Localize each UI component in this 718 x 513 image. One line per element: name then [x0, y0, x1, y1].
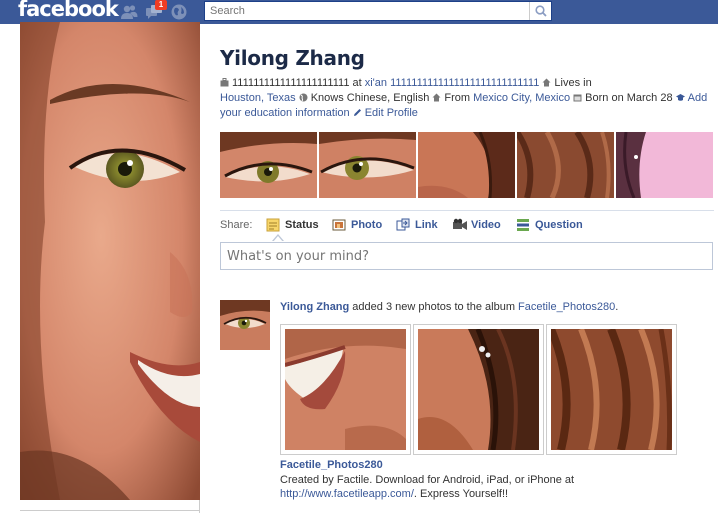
work-text: 1111111111111111111111 at	[232, 77, 365, 89]
album-title-link[interactable]: Facetile_Photos280	[280, 459, 383, 471]
album-description: Created by Factile. Download for Android…	[280, 473, 700, 501]
question-list-icon	[517, 219, 529, 231]
share-video-tab[interactable]: Video	[452, 217, 501, 233]
album-photo[interactable]	[546, 324, 677, 455]
share-photo-tab[interactable]: Photo	[332, 217, 382, 233]
language-globe-icon	[299, 93, 308, 102]
work-link[interactable]: xi'an 1111111111111111111111111111	[365, 77, 540, 89]
share-status-tab[interactable]: Status	[266, 217, 319, 233]
album-photo[interactable]	[413, 324, 544, 455]
album-photo[interactable]	[280, 324, 411, 455]
profile-info: 1111111111111111111111 at xi'an 11111111…	[220, 76, 716, 121]
facebook-logo[interactable]: facebook	[18, 0, 119, 21]
story-actor-link[interactable]: Yilong Zhang	[280, 301, 349, 313]
album-desc-url-link[interactable]: http://www.facetileapp.com/	[280, 488, 414, 500]
birthday-calendar-icon	[573, 94, 582, 102]
status-input[interactable]	[220, 242, 713, 270]
search-button[interactable]	[529, 2, 551, 20]
search-box	[204, 1, 552, 21]
notifications-globe-icon[interactable]	[170, 3, 188, 21]
share-question-tab[interactable]: Question	[516, 217, 583, 233]
profile-photo-strip	[220, 132, 714, 198]
video-camera-icon	[453, 218, 467, 230]
photo-icon	[332, 219, 346, 231]
work-briefcase-icon	[220, 78, 229, 87]
hometown-icon	[432, 93, 441, 102]
friend-requests-icon[interactable]	[120, 3, 138, 21]
album-desc-end: . Express Yourself!!	[413, 488, 509, 500]
profile-picture[interactable]	[20, 22, 200, 500]
link-icon	[396, 218, 410, 231]
strip-photo[interactable]	[319, 132, 416, 198]
born-text: Born on March 28	[585, 92, 673, 104]
from-link[interactable]: Mexico City, Mexico	[473, 92, 570, 104]
story-album-link[interactable]: Facetile_Photos280	[518, 301, 615, 313]
profile-name[interactable]: Yilong Zhang	[220, 46, 365, 70]
share-label: Share:	[220, 219, 253, 231]
home-lives-icon	[542, 78, 551, 87]
strip-photo[interactable]	[616, 132, 713, 198]
strip-photo[interactable]	[517, 132, 614, 198]
edit-profile-link[interactable]: Edit Profile	[365, 107, 418, 119]
album-desc-line1: Created by Factile. Download for Android…	[280, 474, 575, 486]
share-link-tab[interactable]: Link	[396, 217, 438, 233]
languages-text: Knows Chinese, English	[310, 92, 430, 104]
status-note-icon	[266, 218, 280, 232]
strip-photo[interactable]	[418, 132, 515, 198]
section-divider	[220, 210, 714, 211]
story-end: .	[615, 301, 619, 313]
search-input[interactable]	[205, 2, 529, 20]
graduation-cap-icon	[675, 94, 685, 101]
lives-label: Lives in	[554, 77, 592, 89]
lives-link[interactable]: Houston, Texas	[220, 92, 296, 104]
story-avatar[interactable]	[220, 300, 270, 350]
story-action-text: added 3 new photos to the album	[349, 301, 519, 313]
messages-count-badge: 1	[155, 0, 167, 10]
story-headline: Yilong Zhang added 3 new photos to the a…	[280, 300, 714, 314]
strip-photo[interactable]	[220, 132, 317, 198]
top-bar: facebook 1	[0, 0, 718, 24]
magnifier-icon	[535, 5, 547, 17]
left-column-divider	[20, 510, 200, 511]
face-image	[20, 22, 200, 500]
from-label: From	[444, 92, 474, 104]
pencil-icon	[353, 109, 361, 116]
